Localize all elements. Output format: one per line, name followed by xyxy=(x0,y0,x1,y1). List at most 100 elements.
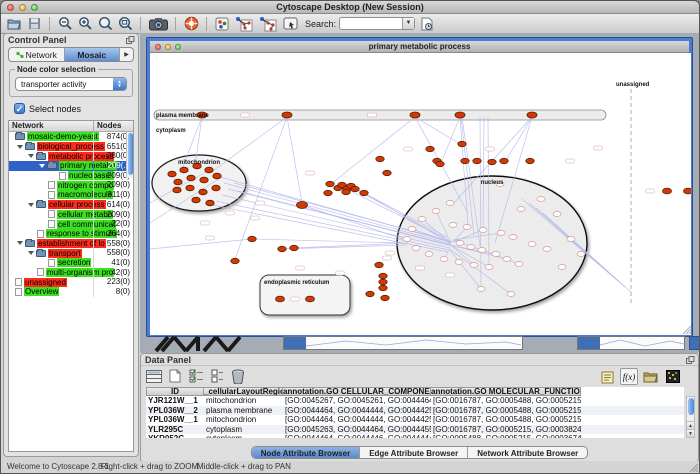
network-node[interactable] xyxy=(503,257,511,262)
network-node[interactable] xyxy=(479,228,487,233)
network-node[interactable] xyxy=(205,167,213,173)
network-node[interactable] xyxy=(306,296,315,302)
network-tree-row[interactable]: Overview8(0) xyxy=(9,287,133,297)
network-node[interactable] xyxy=(436,161,444,166)
layout-network-icon-2[interactable] xyxy=(257,15,279,32)
network-tree-row[interactable]: metabolic process280(0) xyxy=(9,151,133,161)
select-attributes-icon[interactable] xyxy=(187,368,205,385)
vizmapper-icon[interactable] xyxy=(213,15,231,32)
network-node[interactable] xyxy=(577,252,585,257)
layout-network-icon-1[interactable] xyxy=(233,15,255,32)
network-node[interactable] xyxy=(351,186,359,191)
network-node[interactable] xyxy=(456,241,464,246)
network-node[interactable] xyxy=(537,197,545,202)
network-node[interactable] xyxy=(467,245,475,250)
network-node[interactable] xyxy=(497,231,505,236)
network-node[interactable] xyxy=(168,171,176,177)
network-canvas[interactable]: plasma membranecytoplasmmitochondrionnuc… xyxy=(150,53,691,335)
table-row[interactable]: YPL036W__1mitochondrion[GO:0044464, GO:0… xyxy=(146,415,684,425)
new-attribute-icon[interactable] xyxy=(166,368,184,385)
network-node[interactable] xyxy=(455,112,465,118)
unselect-attributes-icon[interactable] xyxy=(208,368,226,385)
network-tree-row[interactable]: nitrogen compo209(0) xyxy=(9,180,133,190)
network-tree-row[interactable]: transport558(0) xyxy=(9,248,133,258)
network-node[interactable] xyxy=(199,189,207,195)
zoom-out-icon[interactable] xyxy=(56,15,74,32)
network-tree-row[interactable]: primary metabo209(... xyxy=(9,161,133,171)
network-node[interactable] xyxy=(461,158,469,163)
network-tree-row[interactable]: unassigned223(0) xyxy=(9,277,133,287)
tab-network[interactable]: Network xyxy=(9,48,65,61)
network-node[interactable] xyxy=(381,295,389,300)
table-scrollbar-thumb[interactable] xyxy=(688,398,694,415)
network-node[interactable] xyxy=(485,265,493,270)
table-column-header[interactable]: annotation.GO CELLULAR_COMPONENT xyxy=(283,387,431,396)
tree-expander-icon[interactable] xyxy=(28,154,34,158)
network-node[interactable] xyxy=(290,245,298,250)
table-row[interactable]: YLR295Ccytoplasm[GO:0045263, GO:0044464,… xyxy=(146,425,684,435)
table-column-header[interactable]: ID xyxy=(146,387,204,396)
network-node[interactable] xyxy=(342,189,350,194)
network-node[interactable] xyxy=(180,167,188,173)
open-folder-icon[interactable] xyxy=(5,15,23,32)
network-tree-row[interactable]: mosaic-demo-yeast874(0) xyxy=(9,132,133,142)
network-node[interactable] xyxy=(473,158,481,163)
network-node[interactable] xyxy=(432,209,440,214)
import-attributes-icon[interactable] xyxy=(642,368,660,385)
scroll-up-arrow[interactable]: ▲ xyxy=(687,421,694,429)
canvas-resize-grip[interactable] xyxy=(683,326,691,334)
network-node[interactable] xyxy=(488,159,496,164)
table-row[interactable]: YPL036W__2plasma membrane[GO:0044464, GO… xyxy=(146,406,684,416)
network-node[interactable] xyxy=(567,237,575,242)
network-node[interactable] xyxy=(200,177,208,183)
tree-expander-icon[interactable] xyxy=(28,251,34,255)
tree-expander-icon[interactable] xyxy=(17,145,23,149)
network-node[interactable] xyxy=(684,188,692,194)
network-node[interactable] xyxy=(278,246,286,251)
network-node[interactable] xyxy=(212,185,220,191)
network-node[interactable] xyxy=(173,187,181,193)
network-node[interactable] xyxy=(553,212,561,217)
network-tree-row[interactable]: macromolecule311(0) xyxy=(9,190,133,200)
network-tree-row[interactable]: response to stimulu264(0) xyxy=(9,229,133,239)
network-node[interactable] xyxy=(440,257,448,262)
network-node[interactable] xyxy=(558,265,566,270)
network-node[interactable] xyxy=(500,158,508,163)
network-node[interactable] xyxy=(186,185,194,191)
tree-scrollbar-thumb[interactable] xyxy=(128,133,133,175)
tree-expander-icon[interactable] xyxy=(28,203,34,207)
attribute-grid-icon[interactable] xyxy=(145,368,163,385)
tab-overflow-arrow[interactable]: ▶ xyxy=(120,48,133,61)
network-node[interactable] xyxy=(282,112,292,118)
network-node[interactable] xyxy=(478,248,486,253)
network-node[interactable] xyxy=(528,242,536,247)
network-node[interactable] xyxy=(376,156,384,161)
network-tree-row[interactable]: establishment of lo558(0) xyxy=(9,239,133,249)
network-node[interactable] xyxy=(477,287,485,292)
network-node[interactable] xyxy=(248,236,256,241)
background-window-fragment[interactable] xyxy=(283,336,523,350)
network-node[interactable] xyxy=(326,181,334,186)
select-nodes-checkbox[interactable]: ✓ xyxy=(14,103,25,114)
network-node[interactable] xyxy=(543,247,551,252)
network-node[interactable] xyxy=(276,296,285,302)
network-node[interactable] xyxy=(410,112,420,118)
table-column-header[interactable]: annotation.GO MOLECULAR_FUNCTION xyxy=(431,387,581,396)
zoom-fit-icon[interactable] xyxy=(116,15,134,32)
float-panel-icon[interactable] xyxy=(686,356,695,364)
network-node[interactable] xyxy=(517,207,525,212)
network-tree-row[interactable]: cell communicat22(0) xyxy=(9,219,133,229)
tab-node-attribute-browser[interactable]: Node Attribute Browser xyxy=(252,447,361,458)
tree-column-network[interactable]: Network xyxy=(9,121,93,131)
search-input[interactable] xyxy=(340,18,402,29)
scroll-down-arrow[interactable]: ▼ xyxy=(687,429,694,437)
background-window-fragment[interactable] xyxy=(689,336,700,350)
network-node[interactable] xyxy=(383,170,391,175)
tree-scrollbar[interactable] xyxy=(126,132,133,178)
network-node[interactable] xyxy=(187,175,195,181)
tab-edge-attribute-browser[interactable]: Edge Attribute Browser xyxy=(360,447,468,458)
attribute-matrix-icon[interactable] xyxy=(664,368,682,385)
network-node[interactable] xyxy=(515,262,523,267)
background-window-fragment[interactable] xyxy=(577,336,685,350)
network-node[interactable] xyxy=(379,285,387,290)
